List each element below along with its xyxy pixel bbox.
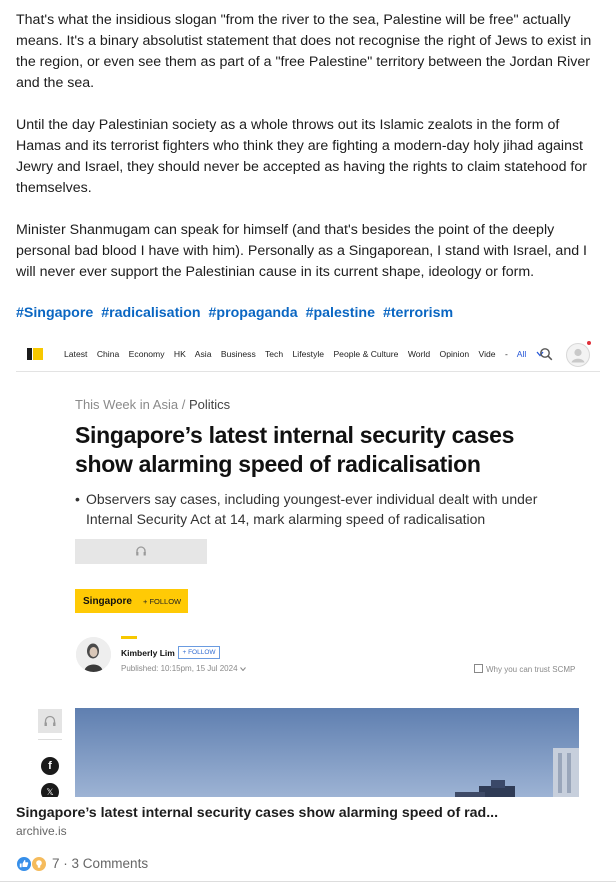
nav-item: People & Culture [333,349,399,359]
nav-item: Tech [264,349,284,359]
facebook-icon: f [41,757,59,775]
hashtag-link[interactable]: #palestine [306,305,375,321]
trust-link: Why you can trust SCMP [474,664,575,674]
summary-text: Observers say cases, including youngest-… [86,491,538,527]
nav-item: Asia [194,349,212,359]
scmp-logo [27,348,43,360]
hashtag-link[interactable]: #propaganda [209,305,298,321]
like-reaction-icon [16,856,32,872]
headphones-icon [44,715,56,726]
author-accent-bar [121,636,137,639]
hashtag-link[interactable]: #Singapore [16,305,93,321]
topic-label: Singapore [83,596,132,607]
article-headline: Singapore’s latest internal security cas… [75,422,515,477]
topic-follow: + FOLLOW [143,597,182,606]
breadcrumb: This Week in Asia / Politics [75,397,230,412]
social-counts-text: 7 · 3 Comments [52,856,148,871]
link-card-domain: archive.is [16,824,67,838]
summary-bullet: • [75,491,80,507]
author-name: Kimberly Lim [121,648,175,658]
nav-item: HK [173,349,186,359]
side-audio-button [38,709,62,733]
post-text: That's what the insidious slogan "from t… [16,10,606,304]
user-avatar-icon [566,343,590,367]
nav-separator: - [504,349,508,359]
chevron-down-icon [239,667,246,672]
breadcrumb-series: This Week in Asia [75,397,179,412]
nav-all-label: All [516,349,527,359]
headphones-icon [136,546,146,556]
article-preview-image[interactable]: Latest China Economy HK Asia Business Te… [16,339,600,797]
reactions-count: 7 [52,856,60,871]
post-paragraph-2: Until the day Palestinian society as a w… [16,117,587,196]
social-separator: · [63,856,68,871]
divider [0,881,616,882]
nav-item: Vide [478,349,496,359]
breadcrumb-divider: / [181,397,186,412]
author-follow: + FOLLOW [178,646,220,659]
nav-item: China [96,349,120,359]
nav-item: Lifestyle [292,349,325,359]
audio-player [75,539,207,564]
notification-dot [587,341,591,345]
insightful-reaction-icon [31,856,47,872]
nav-item: Economy [128,349,165,359]
topic-tag: Singapore + FOLLOW [75,589,188,613]
link-card-title[interactable]: Singapore’s latest internal security cas… [16,805,498,821]
hashtag-link[interactable]: #terrorism [383,305,453,321]
article-photo [75,708,579,797]
trust-icon [474,664,483,673]
article-summary: • Observers say cases, including younges… [75,489,555,529]
nav-item: Business [220,349,256,359]
nav-item: World [407,349,431,359]
post-paragraph-3: Minister Shanmugam can speak for himself… [16,222,587,280]
trust-text: Why you can trust SCMP [486,665,576,674]
breadcrumb-section: Politics [188,397,231,412]
nav-menu: Latest China Economy HK Asia Business Te… [64,349,551,359]
hashtag-link[interactable]: #radicalisation [101,305,200,321]
x-icon: 𝕏 [41,783,59,797]
side-divider [38,739,62,740]
post-paragraph-1: That's what the insidious slogan "from t… [16,12,592,91]
nav-item: Opinion [439,349,470,359]
search-icon [540,348,553,361]
published-date: Published: 10:15pm, 15 Jul 2024 [121,664,246,673]
comments-count[interactable]: 3 Comments [72,856,149,871]
author-avatar [76,637,111,672]
published-text: Published: 10:15pm, 15 Jul 2024 [121,664,238,673]
hashtags: #Singapore #radicalisation #propaganda #… [16,305,457,321]
nav-item: Latest [64,349,88,359]
scmp-nav-bar: Latest China Economy HK Asia Business Te… [16,339,600,372]
